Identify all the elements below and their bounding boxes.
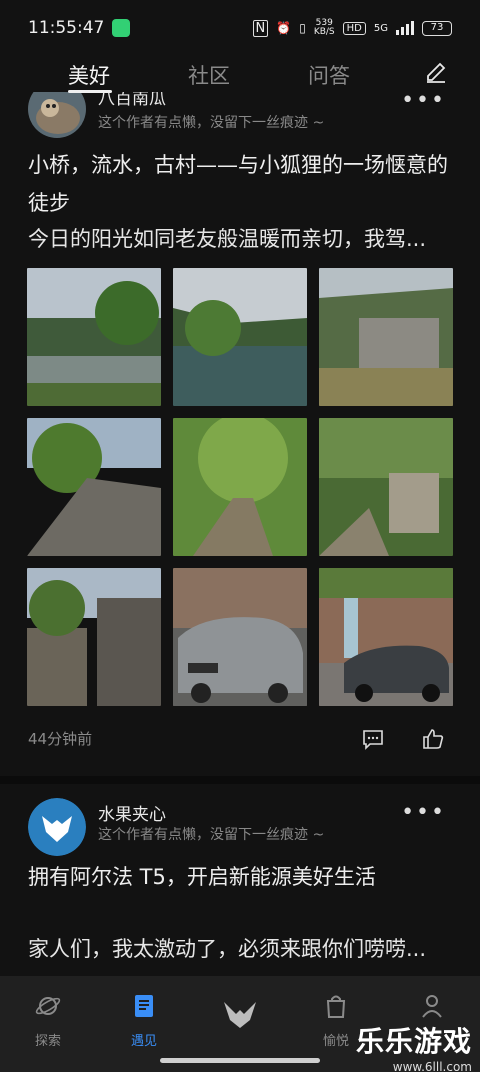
post-title[interactable]: 小桥，流水，古村——与小狐狸的一场惬意的徒步 (28, 146, 458, 222)
hd-icon: HD (342, 21, 366, 35)
watermark-url: www.6lll.com (392, 1060, 472, 1072)
tab-shequ[interactable]: 社区 (188, 60, 230, 90)
photo-thumbnail[interactable] (27, 568, 161, 706)
nav-explore[interactable]: 探索 (18, 992, 78, 1049)
top-tabs: 美好 社区 问答 (0, 56, 480, 93)
vibrate-icon: ▯ (299, 21, 306, 35)
post-excerpt[interactable]: 今日的阳光如同老友般温暖而亲切，我驾... (28, 224, 458, 254)
avatar[interactable] (28, 798, 86, 856)
like-icon[interactable] (422, 728, 444, 750)
author-subtitle: 这个作者有点懒，没留下一丝痕迹 ~ (98, 827, 325, 843)
signal-icon (396, 21, 414, 35)
photo-thumbnail[interactable] (173, 268, 307, 406)
network-speed: 539 KB/S (313, 18, 335, 37)
signal-label: 5G (373, 22, 388, 34)
watermark: 乐乐游戏 www.6lll.com (356, 1020, 472, 1072)
photo-thumbnail[interactable] (173, 568, 307, 706)
post-title[interactable]: 拥有阿尔法 T5，开启新能源美好生活 (28, 858, 458, 896)
active-tab-indicator (68, 90, 112, 93)
nav-home[interactable] (210, 996, 270, 1042)
nav-label: 探索 (34, 1034, 61, 1049)
photo-thumbnail[interactable] (319, 418, 453, 556)
more-icon[interactable]: ••• (401, 92, 446, 113)
edit-icon[interactable] (424, 60, 448, 84)
nav-meet[interactable]: 遇见 (114, 992, 174, 1049)
nfc-icon: N (252, 19, 269, 37)
battery-icon: 73 (422, 20, 452, 36)
author-name[interactable]: 八百南瓜 (98, 92, 166, 109)
watermark-title: 乐乐游戏 (355, 1025, 472, 1058)
avatar[interactable] (28, 92, 86, 138)
author-name[interactable]: 水果夹心 (98, 800, 166, 825)
nav-label: 遇见 (130, 1034, 157, 1049)
article-icon (135, 995, 153, 1017)
comment-icon[interactable] (362, 728, 384, 750)
post-time: 44分钟前 (28, 730, 93, 748)
photo-thumbnail[interactable] (173, 418, 307, 556)
status-indicators: N ⏰ ▯ 539 KB/S HD 5G 73 (252, 18, 452, 37)
tab-wenda[interactable]: 问答 (308, 60, 350, 90)
app-notification-icon (112, 19, 131, 37)
photo-thumbnail[interactable] (27, 268, 161, 406)
profile-icon (422, 995, 442, 1018)
feed: 八百南瓜 这个作者有点懒，没留下一丝痕迹 ~ ••• 小桥，流水，古村——与小狐… (0, 92, 480, 976)
brand-logo-icon (224, 1002, 256, 1028)
home-indicator[interactable] (160, 1058, 320, 1063)
alarm-icon: ⏰ (276, 21, 292, 35)
status-time: 11:55:47 (28, 18, 105, 38)
photo-thumbnail[interactable] (319, 568, 453, 706)
more-icon[interactable]: ••• (401, 800, 446, 825)
post-excerpt[interactable]: 家人们，我太激动了，必须来跟你们唠唠... (28, 934, 458, 964)
planet-icon (35, 997, 61, 1015)
photo-thumbnail[interactable] (27, 418, 161, 556)
tab-meihao[interactable]: 美好 (68, 60, 110, 90)
photo-thumbnail[interactable] (319, 268, 453, 406)
author-subtitle: 这个作者有点懒，没留下一丝痕迹 ~ (98, 115, 325, 131)
status-bar: 11:55:47 N ⏰ ▯ 539 KB/S HD 5G 73 (0, 0, 480, 56)
post-divider (0, 776, 480, 784)
bag-icon (326, 995, 346, 1018)
